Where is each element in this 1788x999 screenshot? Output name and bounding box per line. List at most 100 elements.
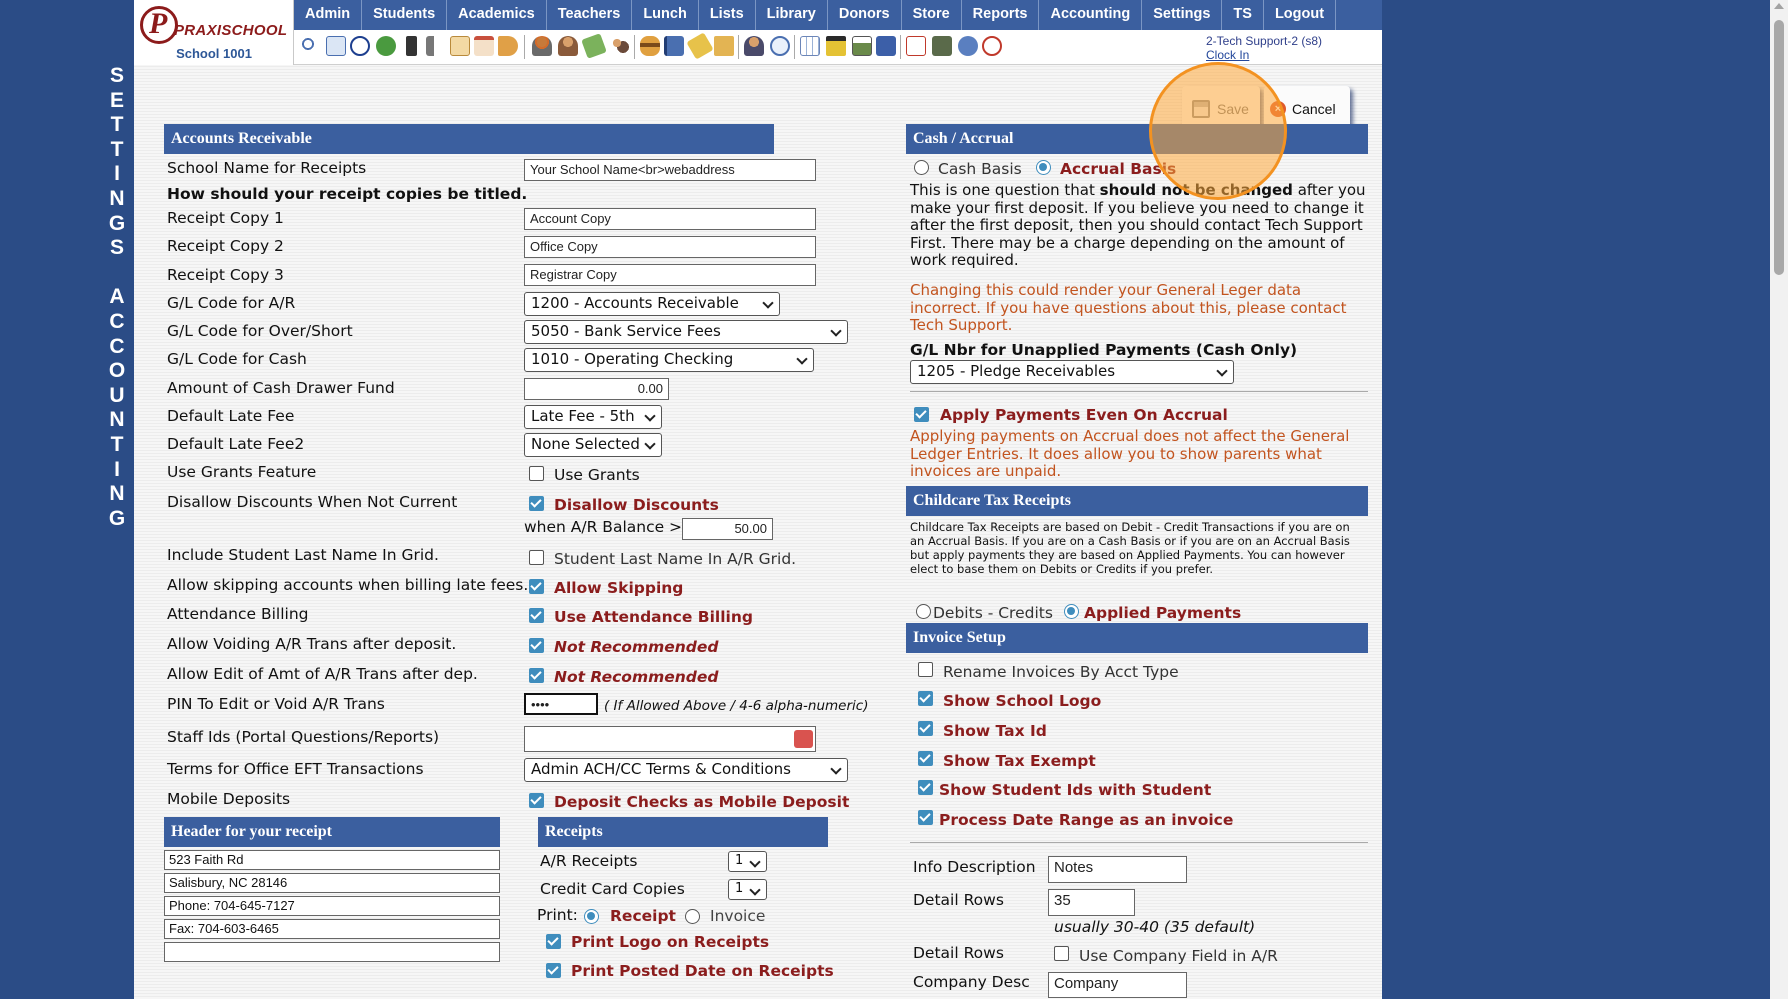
print-invoice-text: Invoice (710, 907, 766, 925)
attendance-label: Attendance Billing (167, 605, 309, 623)
nav-reports[interactable]: Reports (962, 0, 1040, 30)
print-posted-checkbox[interactable] (546, 963, 561, 978)
clock-icon[interactable] (770, 36, 790, 56)
receipt-header-line-2[interactable]: Salisbury, NC 28146 (164, 873, 500, 893)
planner-icon[interactable] (474, 36, 494, 56)
gl-overshort-select[interactable]: 5050 - Bank Service Fees (524, 320, 848, 344)
gl-ar-select[interactable]: 1200 - Accounts Receivable (524, 292, 780, 316)
gl-cash-label: G/L Code for Cash (167, 350, 307, 368)
print-invoice-radio[interactable] (685, 909, 700, 924)
use-company-checkbox[interactable] (1054, 946, 1069, 961)
card-icon[interactable] (826, 36, 846, 56)
more-icon[interactable] (794, 730, 813, 748)
scroll-thumb[interactable] (1774, 20, 1784, 275)
late-fee2-select[interactable]: None Selected (524, 433, 662, 457)
print-receipt-radio[interactable] (584, 909, 599, 924)
ticket-icon[interactable] (581, 33, 607, 59)
show-taxexempt-checkbox[interactable] (918, 751, 933, 766)
group-icon[interactable] (610, 36, 630, 56)
calendar-icon[interactable] (326, 36, 346, 56)
cc-copies-select[interactable]: 1 (728, 879, 767, 900)
tag-icon[interactable] (686, 32, 714, 60)
cart-icon[interactable] (714, 36, 734, 56)
staff-ids-input[interactable] (524, 726, 816, 752)
receipt-header-line-3[interactable]: Phone: 704-645-7127 (164, 896, 500, 916)
phone-icon[interactable] (406, 36, 417, 56)
logo[interactable]: P PRAXISCHOOL School 1001 (134, 0, 294, 65)
pdf-icon[interactable] (906, 36, 926, 56)
chat-icon[interactable] (376, 36, 396, 56)
search-icon[interactable] (300, 36, 320, 56)
info-description-input[interactable]: Notes (1048, 856, 1187, 883)
nav-ts[interactable]: TS (1222, 0, 1264, 30)
grid-icon[interactable] (800, 36, 820, 56)
nav-donors[interactable]: Donors (828, 0, 902, 30)
speaker-icon[interactable] (426, 36, 446, 56)
help-icon[interactable] (958, 36, 978, 56)
cash-basis-radio[interactable] (914, 160, 929, 175)
receipt-header-line-5[interactable] (164, 942, 500, 962)
receipt-copy-2-input[interactable]: Office Copy (524, 236, 816, 258)
date-range-checkbox[interactable] (918, 810, 933, 825)
gl-cash-select[interactable]: 1010 - Operating Checking (524, 348, 814, 372)
email-icon[interactable] (350, 36, 370, 56)
teacher-icon[interactable] (744, 36, 764, 56)
pin-input[interactable]: •••• (524, 693, 598, 715)
scrollbar[interactable] (1770, 0, 1788, 999)
company-desc-input[interactable]: Company (1048, 972, 1187, 998)
megaphone-icon[interactable] (498, 36, 518, 56)
late-fee-select[interactable]: Late Fee - 5th (524, 405, 662, 429)
voiding-checkbox[interactable] (529, 638, 544, 653)
person-alert-icon[interactable] (532, 36, 552, 56)
nav-logout[interactable]: Logout (1264, 0, 1337, 30)
student-ids-checkbox[interactable] (918, 780, 933, 795)
ap-icon[interactable] (876, 36, 896, 56)
receipt-header-line-4[interactable]: Fax: 704-603-6465 (164, 919, 500, 939)
printer-icon[interactable] (852, 36, 872, 56)
disallow-discounts-checkbox[interactable] (529, 496, 544, 511)
last-name-checkbox[interactable] (529, 550, 544, 565)
scroll-up-icon[interactable] (1774, 3, 1784, 9)
apply-payments-checkbox[interactable] (914, 407, 929, 422)
mobile-deposit-checkbox[interactable] (529, 793, 544, 808)
money-icon[interactable] (932, 36, 952, 56)
clock-in-link[interactable]: Clock In (1206, 48, 1322, 62)
nav-lists[interactable]: Lists (699, 0, 756, 30)
terms-select[interactable]: Admin ACH/CC Terms & Conditions (524, 758, 848, 782)
use-grants-checkbox[interactable] (529, 466, 544, 481)
nav-admin[interactable]: Admin (294, 0, 363, 30)
receipt-copy-1-input[interactable]: Account Copy (524, 208, 816, 230)
nav-teachers[interactable]: Teachers (547, 0, 633, 30)
power-icon[interactable] (982, 36, 1002, 56)
show-taxid-checkbox[interactable] (918, 721, 933, 736)
debits-credits-radio[interactable] (916, 604, 931, 619)
ar-receipts-select[interactable]: 1 (728, 851, 767, 872)
print-logo-checkbox[interactable] (546, 934, 561, 949)
nav-store[interactable]: Store (902, 0, 962, 30)
nav-academics[interactable]: Academics (447, 0, 547, 30)
school-name-input[interactable]: Your School Name<br>webaddress (524, 159, 816, 181)
person-icon[interactable] (558, 36, 578, 56)
book-icon[interactable] (664, 36, 684, 56)
nav-settings[interactable]: Settings (1142, 0, 1223, 30)
accrual-basis-radio[interactable] (1036, 160, 1051, 175)
list-icon[interactable] (450, 36, 470, 56)
unapplied-label: G/L Nbr for Unapplied Payments (Cash Onl… (910, 341, 1298, 359)
edit-amount-checkbox[interactable] (529, 668, 544, 683)
cash-drawer-input[interactable]: 0.00 (524, 378, 669, 400)
attendance-checkbox[interactable] (529, 608, 544, 623)
receipt-copy-3-input[interactable]: Registrar Copy (524, 264, 816, 286)
receipt-header-line-1[interactable]: 523 Faith Rd (164, 850, 500, 870)
detail-rows-input[interactable]: 35 (1048, 889, 1135, 916)
allow-skipping-checkbox[interactable] (529, 579, 544, 594)
rename-invoices-checkbox[interactable] (918, 662, 933, 677)
nav-students[interactable]: Students (362, 0, 448, 30)
nav-lunch[interactable]: Lunch (632, 0, 699, 30)
nav-accounting[interactable]: Accounting (1039, 0, 1143, 30)
balance-input[interactable]: 50.00 (682, 518, 773, 540)
applied-payments-radio[interactable] (1064, 604, 1079, 619)
lunch-icon[interactable] (640, 36, 660, 56)
unapplied-select[interactable]: 1205 - Pledge Receivables (910, 360, 1234, 384)
nav-library[interactable]: Library (756, 0, 828, 30)
show-logo-checkbox[interactable] (918, 691, 933, 706)
